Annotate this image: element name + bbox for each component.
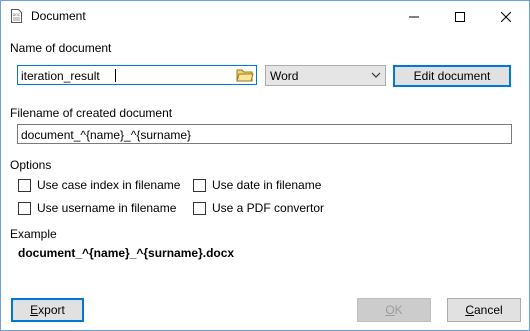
svg-text:DOC: DOC (13, 13, 21, 17)
checkbox-label: Use a PDF convertor (212, 201, 325, 215)
checkbox-box[interactable] (18, 178, 31, 192)
checkbox-label: Use username in filename (37, 201, 177, 215)
checkbox-box[interactable] (193, 201, 206, 215)
checkbox-label: Use case index in filename (37, 178, 181, 192)
open-folder-icon[interactable] (236, 67, 254, 83)
cancel-button[interactable]: Cancel (447, 298, 521, 322)
ok-label-rest: K (394, 303, 403, 317)
name-of-document-label: Name of document (10, 41, 112, 55)
close-button[interactable] (483, 1, 529, 32)
title-bar: DOC Document (1, 1, 529, 32)
text-caret (115, 69, 116, 82)
use-case-index-checkbox[interactable]: Use case index in filename (18, 178, 180, 192)
checkbox-box[interactable] (18, 201, 31, 215)
cancel-label-rest: ancel (473, 303, 503, 317)
format-select[interactable]: Word (265, 65, 386, 86)
document-name-value: iteration_result (21, 69, 100, 83)
document-dialog: DOC Document Name of document iteration_… (0, 0, 530, 331)
format-selected-value: Word (270, 69, 299, 83)
checkbox-label: Use date in filename (212, 178, 322, 192)
example-label: Example (10, 227, 57, 241)
use-date-checkbox[interactable]: Use date in filename (193, 178, 321, 192)
chevron-down-icon (371, 72, 381, 78)
window-title: Document (31, 9, 86, 23)
filename-input[interactable]: document_^{name}_^{surname} (17, 124, 512, 144)
checkbox-box[interactable] (193, 178, 206, 192)
minimize-icon (409, 16, 419, 17)
options-label: Options (10, 158, 52, 172)
use-pdf-convertor-checkbox[interactable]: Use a PDF convertor (193, 201, 324, 215)
close-icon (501, 11, 511, 22)
document-app-icon: DOC (11, 9, 22, 23)
export-button[interactable]: Export (11, 298, 84, 322)
maximize-button[interactable] (437, 1, 483, 32)
filename-label: Filename of created document (10, 106, 173, 120)
ok-accelerator: O (385, 303, 395, 317)
use-username-checkbox[interactable]: Use username in filename (18, 201, 176, 215)
example-filename: document_^{name}_^{surname}.docx (18, 246, 235, 260)
minimize-button[interactable] (391, 1, 437, 32)
export-label-rest: xport (38, 303, 65, 317)
cancel-accelerator: C (465, 303, 474, 317)
document-name-input[interactable]: iteration_result (17, 65, 257, 85)
filename-value: document_^{name}_^{surname} (21, 128, 192, 142)
export-accelerator: E (30, 303, 39, 317)
maximize-icon (455, 11, 465, 22)
edit-document-button[interactable]: Edit document (393, 65, 511, 87)
ok-button[interactable]: OK (357, 298, 431, 322)
